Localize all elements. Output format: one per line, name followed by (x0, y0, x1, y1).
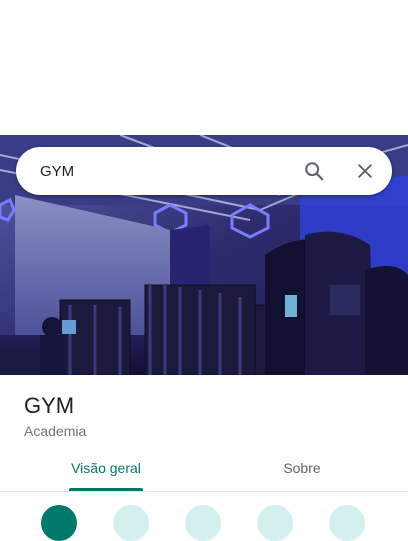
place-title: GYM (24, 393, 75, 418)
active-tab-indicator (69, 488, 143, 491)
search-icon (305, 162, 324, 181)
place-category: Academia (24, 423, 87, 439)
directions-button[interactable] (41, 505, 77, 541)
send-to-phone-button[interactable] (257, 505, 293, 541)
place-header: GYM Academia (24, 392, 86, 440)
close-icon (358, 164, 372, 178)
search-bar (16, 147, 392, 195)
save-button[interactable] (113, 505, 149, 541)
search-button[interactable] (298, 155, 330, 187)
nearby-button[interactable] (185, 505, 221, 541)
place-tabs: Visão geral Sobre (0, 448, 408, 492)
search-input[interactable] (40, 147, 290, 195)
share-button[interactable] (329, 505, 365, 541)
tab-overview[interactable]: Visão geral (56, 448, 156, 491)
tab-about[interactable]: Sobre (252, 448, 352, 491)
clear-search-button[interactable] (349, 155, 381, 187)
